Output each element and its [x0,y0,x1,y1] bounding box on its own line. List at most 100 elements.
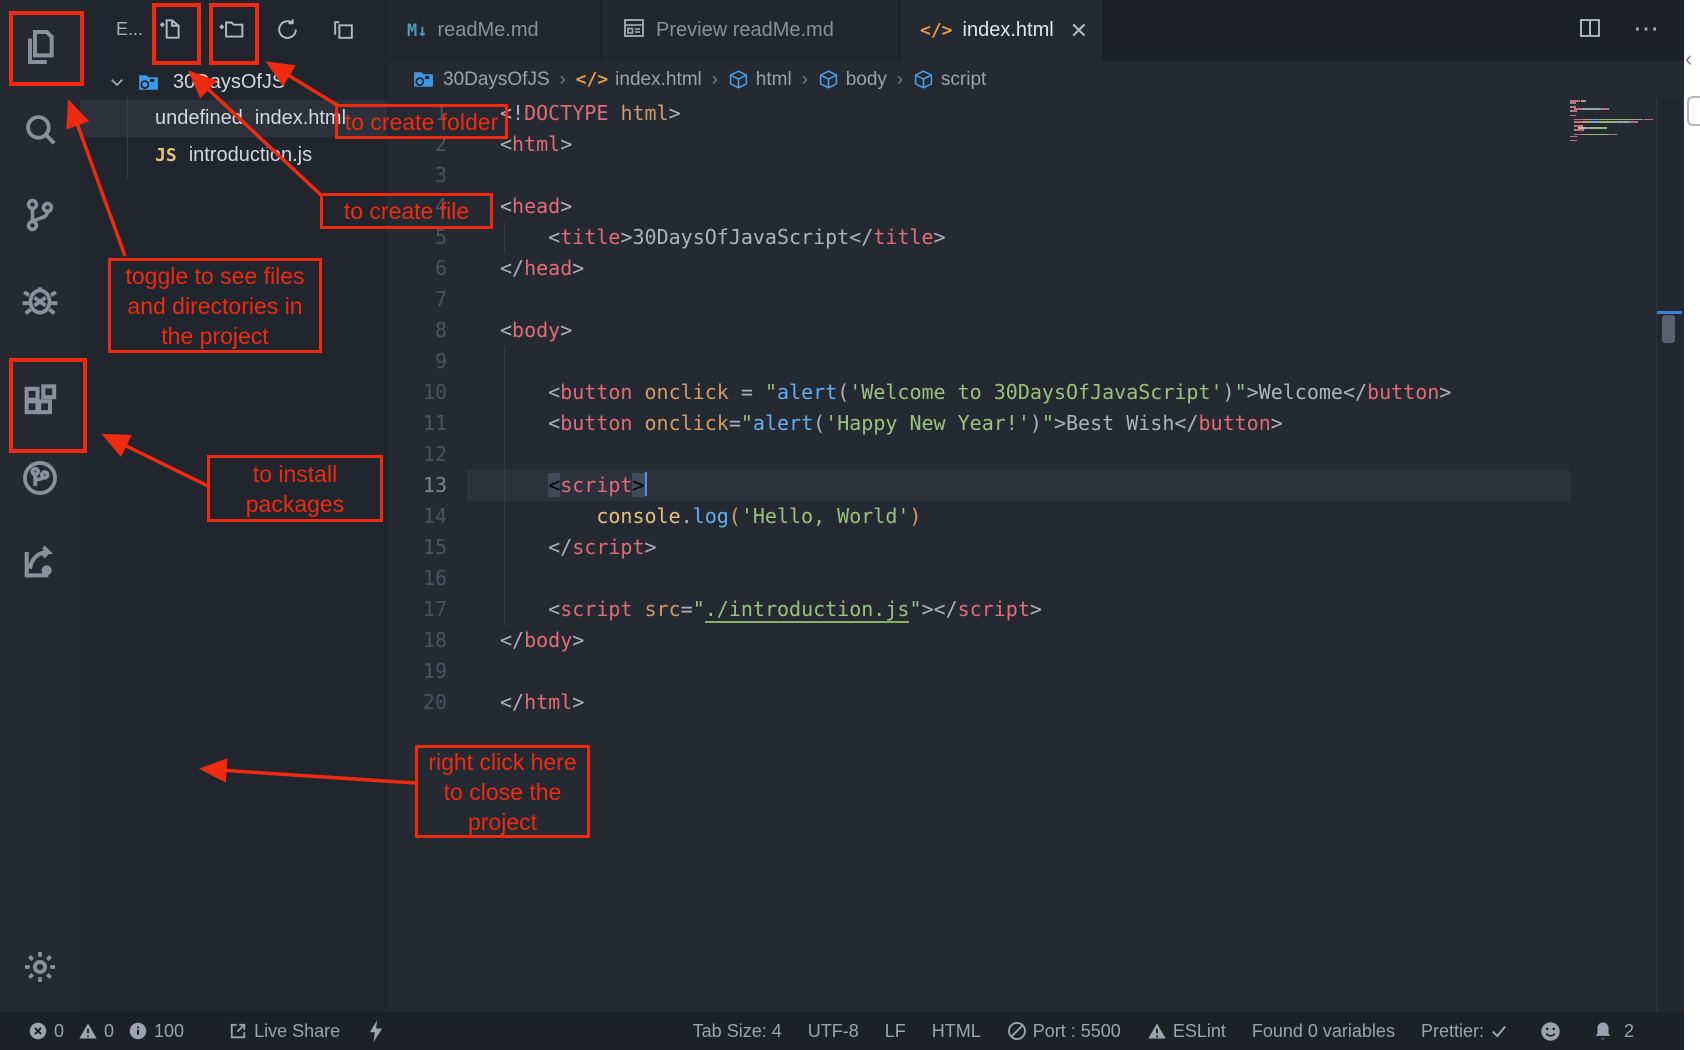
code-line-8: 8<body> [387,315,1656,346]
html-code-icon: </> [576,69,609,90]
breadcrumb-item-html[interactable]: html [728,69,792,91]
problems-status[interactable]: 0 0 100 [28,1021,184,1042]
encoding-indicator[interactable]: UTF-8 [808,1021,859,1042]
notifications-bell[interactable]: 2 [1593,1020,1634,1042]
warning-icon [1147,1021,1167,1041]
code-line-6: 6</head> [387,253,1656,284]
cube-icon [913,69,934,90]
tree-item-30daysofjs[interactable]: 30DaysOfJS [80,66,387,98]
live-share-button[interactable]: Live Share [228,1021,340,1042]
collapse-all-icon[interactable] [324,8,362,50]
warning-count: 0 [104,1021,114,1042]
annotation-create-file: to create file [320,193,493,229]
code-line-19: 19 [387,656,1656,687]
code-line-20: 20</html> [387,687,1656,718]
tab-readme-md[interactable]: M↓ readMe.md [387,0,602,61]
line-number: 12 [387,439,447,470]
close-icon[interactable]: ✕ [1070,18,1088,44]
search-icon[interactable] [0,99,80,159]
line-number: 20 [387,687,447,718]
remote-explorer-icon[interactable] [0,448,80,508]
breadcrumb-item-script[interactable]: script [913,69,986,91]
annotation-box-new-folder [209,3,259,65]
line-number: 11 [387,408,447,439]
annotation-create-folder: to create folder [335,104,508,139]
tab-preview-readme-md[interactable]: Preview readMe.md [602,0,900,61]
cube-icon [818,69,839,90]
tree-item-label: 30DaysOfJS [173,71,285,94]
breadcrumb-item-body[interactable]: body [818,69,887,91]
editor-scrollbar[interactable] [1656,98,1682,1012]
bell-icon [1593,1020,1613,1042]
overview-cursor-marker [1657,311,1682,314]
line-number: 16 [387,563,447,594]
code-line-10: 10 <button onclick = "alert('Welcome to … [387,377,1656,408]
info-icon [128,1021,148,1041]
status-bar: 0 0 100 Live Share Tab Size: 4 UTF-8 LF … [0,1012,1684,1050]
sidebar-title: E... [116,19,143,40]
info-count: 100 [154,1021,184,1042]
annotation-install-packages: to install packages [207,455,383,522]
code-line-5: 5 <title>30DaysOfJavaScript</title> [387,222,1656,253]
code-line-18: 18</body> [387,625,1656,656]
refresh-icon[interactable] [268,8,306,50]
feedback-smiley[interactable] [1540,1021,1567,1042]
breadcrumb-separator: › [897,69,903,90]
minimap[interactable] [1570,100,1660,142]
breadcrumb-item-index-html[interactable]: </>index.html [576,69,702,91]
lightning-button[interactable] [368,1020,390,1042]
variables-indicator[interactable]: Found 0 variables [1252,1021,1395,1042]
circle-slash-icon [1007,1021,1027,1041]
error-count: 0 [54,1021,64,1042]
share-icon [228,1021,248,1041]
annotation-close-project: right click here to close the project [415,745,590,838]
tab-size-indicator[interactable]: Tab Size: 4 [693,1021,782,1042]
status-right-group: Tab Size: 4 UTF-8 LF HTML Port : 5500 ES… [693,1020,1634,1042]
language-indicator[interactable]: HTML [932,1021,981,1042]
text-cursor [645,472,647,496]
code-line-16: 16 [387,563,1656,594]
run-debug-icon[interactable] [0,270,80,330]
settings-gear-icon[interactable] [0,937,80,997]
html-code-icon: </> [920,19,953,42]
preview-icon [622,16,646,46]
scrollbar-thumb[interactable] [1662,315,1675,343]
breadcrumb-separator: › [802,69,808,90]
breadcrumb-separator: › [712,69,718,90]
code-line-3: 3 [387,160,1656,191]
code-editor[interactable]: 1<!DOCTYPE html>2<html>34<head>5 <title>… [387,98,1684,1012]
annotation-toggle-files: toggle to see files and directories in t… [108,258,322,353]
smiley-icon [1540,1021,1561,1042]
eol-indicator[interactable]: LF [885,1021,906,1042]
error-icon [28,1021,48,1041]
folder-icon [136,70,161,95]
tab-label: readMe.md [437,19,538,42]
breadcrumb-item-30daysofjs[interactable]: 30DaysOfJS [411,67,550,92]
line-number: 19 [387,656,447,687]
line-number: 8 [387,315,447,346]
activity-bar [0,0,80,1012]
code-line-11: 11 <button onclick="alert('Happy New Yea… [387,408,1656,439]
tab-label: index.html [963,19,1054,42]
line-number: 15 [387,532,447,563]
outer-scrollbar-thumb[interactable] [1687,96,1700,126]
warning-icon [78,1021,98,1041]
prettier-indicator[interactable]: Prettier: [1421,1021,1514,1042]
markdown-icon: M↓ [407,19,427,42]
eslint-indicator[interactable]: ESLint [1147,1021,1226,1042]
tab-index-html[interactable]: </> index.html ✕ [900,0,1104,61]
port-indicator[interactable]: Port : 5500 [1007,1021,1121,1042]
code-line-14: 14 console.log('Hello, World') [387,501,1656,532]
source-control-icon[interactable] [0,185,80,245]
line-number: 3 [387,160,447,191]
code-line-4: 4<head> [387,191,1656,222]
line-number: 10 [387,377,447,408]
code-line-17: 17 <script src="./introduction.js"></scr… [387,594,1656,625]
code-line-13: 13 <script> [387,470,1656,501]
live-share-icon[interactable] [0,532,80,592]
line-number: 18 [387,625,447,656]
split-editor-icon[interactable] [1570,0,1610,56]
tree-indent-guide [127,98,128,178]
outer-scrollbar[interactable]: ‹ [1684,0,1700,1050]
ellipsis-icon[interactable]: ⋯ [1627,0,1667,56]
